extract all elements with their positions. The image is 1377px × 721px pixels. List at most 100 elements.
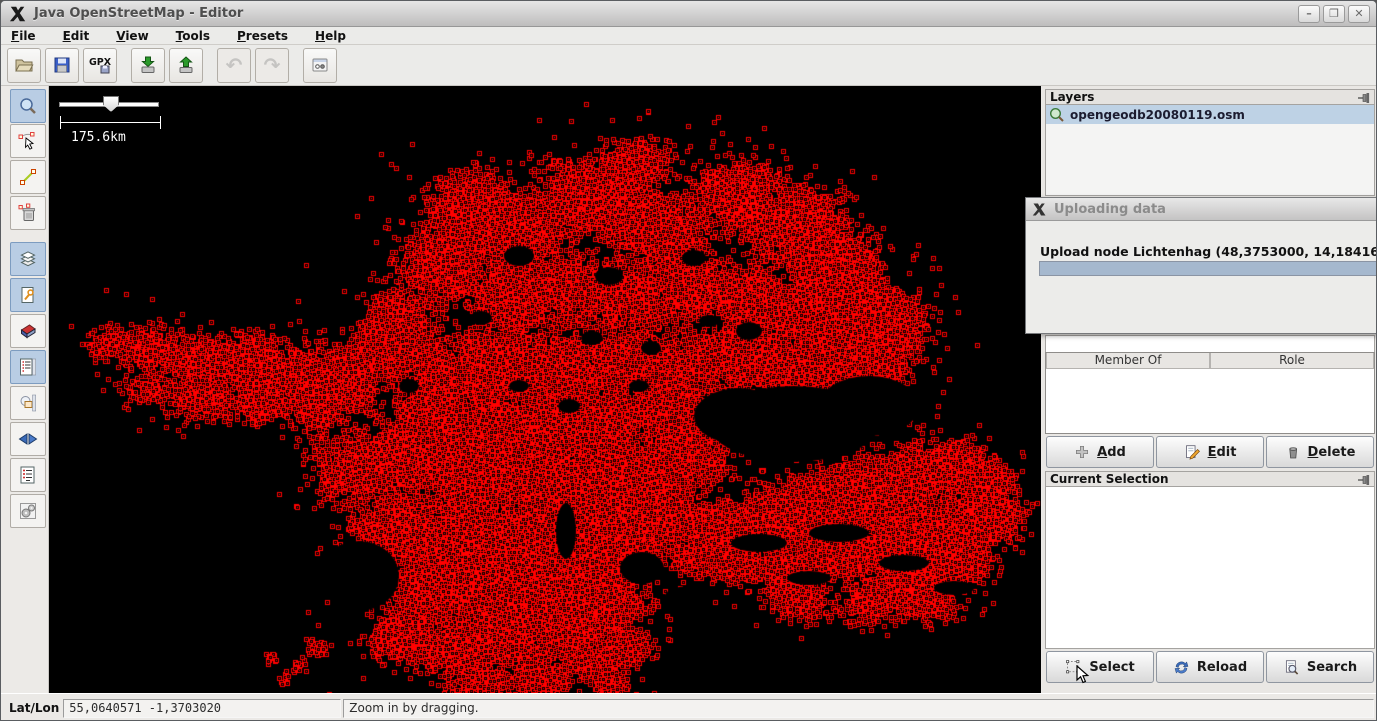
layers-panel-header[interactable]: Layers <box>1045 89 1375 105</box>
latlon-value: 55,0640571 -1,3703020 <box>63 699 341 718</box>
layer-row[interactable]: opengeodb20080119.osm <box>1046 105 1374 124</box>
reload-button[interactable]: Reload <box>1156 651 1264 683</box>
upload-dialog: Uploading data Upload node Lichtenhag (4… <box>1025 197 1377 334</box>
menu-presets[interactable]: Presets <box>237 29 288 43</box>
selection-list[interactable] <box>1045 487 1375 649</box>
zoom-tool-button[interactable] <box>10 89 46 123</box>
delete-tool-button[interactable] <box>10 196 46 230</box>
properties-table-remnant <box>1045 335 1375 352</box>
add-button-label: Add <box>1097 445 1126 460</box>
menubar: File Edit View Tools Presets Help <box>1 27 1376 45</box>
relations-icon <box>18 393 38 413</box>
open-folder-icon <box>14 55 34 75</box>
x11-logo-icon <box>9 5 27 23</box>
draw-line-icon <box>18 167 38 187</box>
minimize-button[interactable]: – <box>1298 5 1320 23</box>
layers-toggle-button[interactable] <box>10 242 46 276</box>
map-canvas[interactable] <box>49 86 1041 693</box>
upload-status-text: Upload node Lichtenhag (48,3753000, 14,1… <box>1040 244 1377 259</box>
search-icon <box>1283 659 1300 676</box>
layers-panel-title: Layers <box>1050 90 1094 104</box>
layers-list[interactable]: opengeodb20080119.osm <box>1045 105 1375 196</box>
trash-icon <box>1285 444 1301 460</box>
conflict-arrows-icon <box>18 429 38 449</box>
upload-dialog-title: Uploading data <box>1054 202 1166 217</box>
move-hand-icon <box>18 131 38 151</box>
reload-icon <box>1173 659 1190 676</box>
sticky-pin-icon[interactable] <box>1358 475 1371 485</box>
reload-button-label: Reload <box>1197 660 1247 675</box>
upload-dialog-titlebar[interactable]: Uploading data <box>1026 198 1377 221</box>
upload-progress-fill <box>1040 262 1377 275</box>
redo-button[interactable]: ↷ <box>255 48 289 83</box>
selection-list-toggle-button[interactable] <box>10 350 46 384</box>
zoom-slider[interactable] <box>59 95 159 113</box>
magnifier-icon <box>18 96 38 116</box>
search-button[interactable]: Search <box>1266 651 1374 683</box>
status-help-text: Zoom in by dragging. <box>343 699 1374 718</box>
search-button-label: Search <box>1307 660 1357 675</box>
titlebar[interactable]: Java OpenStreetMap - Editor – ❐ ✕ <box>1 1 1376 27</box>
layer-name: opengeodb20080119.osm <box>1070 108 1245 122</box>
redo-icon: ↷ <box>264 55 281 75</box>
edit-button[interactable]: Edit <box>1156 436 1264 468</box>
export-gpx-button[interactable]: GPX <box>83 48 117 83</box>
layers-icon <box>18 249 38 269</box>
add-button[interactable]: Add <box>1046 436 1154 468</box>
download-icon <box>138 55 158 75</box>
membership-table: Member Of Role <box>1045 352 1375 434</box>
gpx-export-icon: GPX <box>89 55 111 75</box>
window-title: Java OpenStreetMap - Editor <box>34 6 243 21</box>
layer-visibility-icon <box>1049 107 1065 123</box>
column-header-role[interactable]: Role <box>1210 353 1374 369</box>
draw-node-tool-button[interactable] <box>10 160 46 194</box>
upload-progress-bar <box>1039 261 1377 276</box>
upload-data-button[interactable] <box>169 48 203 83</box>
delete-button[interactable]: Delete <box>1266 436 1374 468</box>
delete-button-label: Delete <box>1308 445 1356 460</box>
x11-logo-icon <box>1032 202 1047 217</box>
column-header-member-of[interactable]: Member Of <box>1046 353 1210 369</box>
trash-icon <box>18 203 38 223</box>
open-button[interactable] <box>7 48 41 83</box>
properties-icon <box>18 285 38 305</box>
layers-panel: Layers opengeodb20080119.osm <box>1045 89 1375 196</box>
menu-file[interactable]: File <box>11 29 36 43</box>
eraser-icon <box>18 321 38 341</box>
relations-toggle-button[interactable] <box>10 386 46 420</box>
download-data-button[interactable] <box>131 48 165 83</box>
gears-icon <box>18 501 38 521</box>
selection-panel-title: Current Selection <box>1050 472 1169 486</box>
membership-table-body[interactable] <box>1046 369 1374 433</box>
zoom-slider-thumb[interactable] <box>103 96 119 112</box>
command-list-icon <box>18 465 38 485</box>
plus-icon <box>1074 444 1090 460</box>
selection-list-icon <box>18 357 38 377</box>
upload-icon <box>176 55 196 75</box>
mouse-cursor <box>1076 665 1090 685</box>
select-button-label: Select <box>1089 660 1134 675</box>
menu-tools[interactable]: Tools <box>176 29 210 43</box>
save-button[interactable] <box>45 48 79 83</box>
undo-button[interactable]: ↶ <box>217 48 251 83</box>
command-stack-toggle-button[interactable] <box>10 458 46 492</box>
maximize-button[interactable]: ❐ <box>1323 5 1345 23</box>
save-floppy-icon <box>52 55 72 75</box>
undo-icon: ↶ <box>226 55 243 75</box>
properties-toggle-button[interactable] <box>10 278 46 312</box>
settings-toggle-button[interactable] <box>10 494 46 528</box>
move-tool-button[interactable] <box>10 124 46 158</box>
selection-panel-header[interactable]: Current Selection <box>1045 471 1375 487</box>
select-button[interactable]: Select <box>1046 651 1154 683</box>
current-selection-panel: Current Selection <box>1045 471 1375 649</box>
close-button[interactable]: ✕ <box>1348 5 1370 23</box>
menu-edit[interactable]: Edit <box>63 29 90 43</box>
scale-label: 175.6km <box>71 130 126 145</box>
menu-view[interactable]: View <box>116 29 148 43</box>
preferences-button[interactable] <box>303 48 337 83</box>
menu-help[interactable]: Help <box>315 29 346 43</box>
conflicts-toggle-button[interactable] <box>10 422 46 456</box>
sticky-pin-icon[interactable] <box>1358 93 1371 103</box>
edit-button-label: Edit <box>1208 445 1237 460</box>
history-toggle-button[interactable] <box>10 314 46 348</box>
